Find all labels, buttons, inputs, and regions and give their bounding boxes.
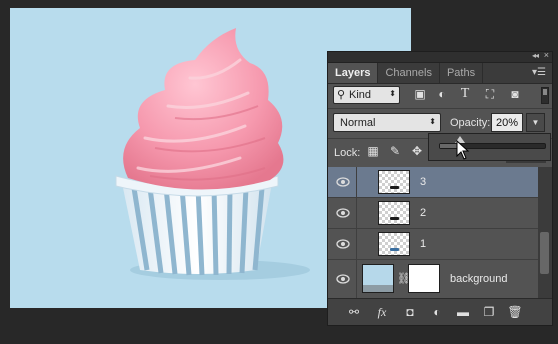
adjustment-filter-icon[interactable]: ◐ [435,87,449,101]
opacity-dropdown-button[interactable]: ▼ [526,113,545,132]
layer-thumbnail [362,264,394,293]
layer-name[interactable]: background [450,273,508,285]
visibility-eye-icon[interactable] [336,207,350,219]
scrollbar-thumb[interactable] [540,232,549,274]
tab-layers[interactable]: Layers [328,63,379,83]
layers-scrollbar[interactable] [538,167,552,300]
blend-mode-value: Normal [340,117,376,129]
layer-name[interactable]: 2 [420,207,426,219]
opacity-slider-popup [428,133,551,161]
mouse-pointer-icon [456,140,470,160]
layer-filter-row: ⚲ Kind ⬍ ▣ ◐ T ⛶ ◙ [328,85,552,109]
visibility-eye-icon[interactable] [336,176,350,188]
layer-thumbnail [378,201,410,225]
add-mask-icon[interactable]: ◘ [401,305,419,319]
opacity-label: Opacity: [450,117,491,129]
new-group-icon[interactable]: ▬ [454,305,472,319]
filter-kind-select[interactable]: ⚲ Kind ⬍ [333,86,400,104]
tab-paths[interactable]: Paths [440,63,484,83]
shape-filter-icon[interactable]: ⛶ [483,87,497,101]
filter-kind-label: Kind [349,89,372,101]
close-panel-icon[interactable]: × [544,50,549,60]
layer-mask-thumbnail[interactable] [408,264,440,293]
layer-thumbnail [378,232,410,256]
panel-title-bar[interactable]: ◂◂ × [328,50,552,63]
link-layers-icon[interactable]: ⚯ [345,305,363,319]
lock-transparent-pixels-icon[interactable]: ▦ [366,144,380,158]
layer-name[interactable]: 3 [420,176,426,188]
layer-row-2[interactable]: 2 [328,198,538,229]
divider [356,229,357,259]
panel-footer: ⚯ fx ◘ ◐ ▬ ❐ 🗑 [328,298,552,325]
layer-row-1[interactable]: 1 [328,229,538,260]
filter-toggle-switch[interactable] [541,87,549,104]
smart-object-filter-icon[interactable]: ◙ [508,87,522,101]
layer-row-background[interactable]: ⛓ background [328,260,538,299]
layer-row-3[interactable]: 3 [328,167,538,198]
panel-tabs: Layers Channels Paths ▾☰ [328,63,552,84]
collapse-panel-icon[interactable]: ◂◂ [532,51,539,60]
layers-list: 3 2 1 ⛓ background [328,167,538,299]
lock-position-icon[interactable]: ✥ [410,144,424,158]
search-icon: ⚲ [337,89,346,101]
image-filter-icon[interactable]: ▣ [413,87,427,101]
tab-channels[interactable]: Channels [378,63,440,83]
layer-style-icon[interactable]: fx [373,305,391,319]
adjustment-layer-icon[interactable]: ◐ [428,305,446,319]
stepper-arrows-icon: ⬍ [389,89,396,98]
divider [356,260,357,298]
lock-label: Lock: [334,147,361,159]
divider [328,108,552,109]
new-layer-icon[interactable]: ❐ [480,305,498,319]
delete-layer-icon[interactable]: 🗑 [506,305,524,319]
divider [356,167,357,197]
layer-name[interactable]: 1 [420,238,426,250]
visibility-eye-icon[interactable] [336,273,350,285]
visibility-eye-icon[interactable] [336,238,350,250]
layer-thumbnail [378,170,410,194]
stepper-arrows-icon: ⬍ [429,117,436,126]
lock-image-pixels-icon[interactable]: ✎ [388,144,402,158]
type-filter-icon[interactable]: T [458,87,472,101]
blend-mode-select[interactable]: Normal ⬍ [333,113,441,132]
opacity-field[interactable]: 20% [491,113,523,132]
layers-panel: ◂◂ × Layers Channels Paths ▾☰ ⚲ Kind ⬍ ▣… [327,50,553,326]
divider [356,198,357,228]
panel-menu-icon[interactable]: ▾☰ [532,67,546,78]
